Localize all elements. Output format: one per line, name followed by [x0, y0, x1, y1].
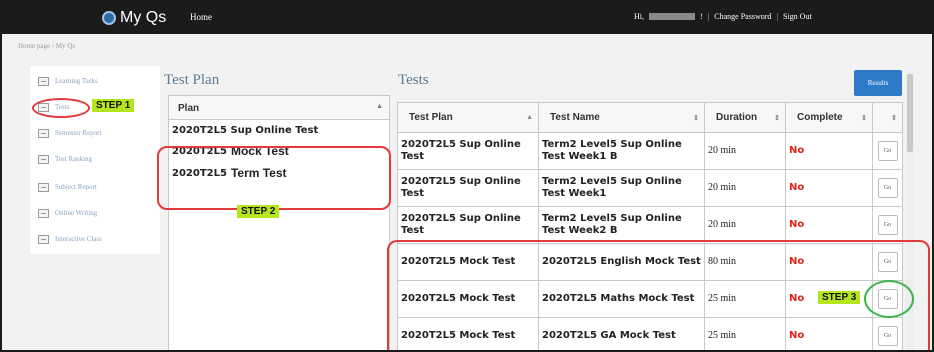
- duration-cell: 20 min: [704, 132, 786, 170]
- sort-asc-icon[interactable]: ▲: [376, 103, 383, 110]
- sort-icon[interactable]: ▲: [526, 114, 533, 121]
- go-button[interactable]: Go: [877, 141, 898, 161]
- complete-cell: No: [785, 169, 873, 207]
- sidebar-item-label: Semester Report: [55, 129, 102, 137]
- results-button[interactable]: Results: [854, 70, 902, 96]
- document-icon: [38, 234, 49, 244]
- nav-separator: |: [707, 12, 710, 21]
- column-label: Test Name: [550, 112, 600, 123]
- sidebar-item-learning-tasks[interactable]: Learning Tasks: [38, 74, 98, 88]
- test-name-cell: Term2 Level5 Sup Online Test Week2 B: [538, 206, 705, 244]
- plan-code: 2020T2L5: [172, 124, 227, 136]
- nav-home-link[interactable]: Home: [190, 12, 212, 22]
- user-menu: Hi, ! | Change Password | Sign Out: [634, 12, 812, 21]
- column-header-complete[interactable]: Complete ⇕: [785, 102, 873, 133]
- plan-column-label: Plan: [178, 103, 200, 114]
- column-label: Test Plan: [409, 112, 453, 123]
- app-logo[interactable]: My Qs: [102, 8, 166, 28]
- action-cell: Go: [872, 132, 903, 170]
- step3-go-highlight-circle: [864, 280, 914, 318]
- sidebar-item-interactive-class[interactable]: Interactive Class: [38, 232, 102, 246]
- test-name-cell: Term2 Level5 Sup Online Test Week1: [538, 169, 705, 207]
- complete-cell: No: [785, 206, 873, 244]
- column-label: Duration: [716, 112, 758, 123]
- sort-icon[interactable]: ⇕: [861, 114, 867, 122]
- step1-label: STEP 1: [92, 99, 135, 112]
- step2-highlight-box: [157, 146, 391, 210]
- sidebar-item-online-writing[interactable]: Online Writing: [38, 206, 97, 220]
- column-header-test-plan[interactable]: Test Plan ▲: [397, 102, 539, 133]
- test-name-cell: Term2 Level5 Sup Online Test Week1 B: [538, 132, 705, 170]
- sidebar-item-label: Subject Report: [55, 183, 97, 191]
- nav-separator: |: [776, 12, 778, 21]
- app-logo-icon: [102, 11, 116, 25]
- sign-out-link[interactable]: Sign Out: [783, 12, 812, 21]
- sidebar-item-label: Online Writing: [55, 209, 98, 217]
- column-label: Complete: [797, 112, 843, 123]
- action-cell: Go: [872, 206, 903, 244]
- document-icon: [38, 182, 49, 192]
- redacted-username: [649, 13, 695, 20]
- user-greeting: Hi,: [634, 12, 644, 21]
- user-greeting-suffix: !: [700, 12, 703, 21]
- table-row: 2020T2L5 Sup Online Test Term2 Level5 Su…: [397, 132, 903, 170]
- test-plan-cell: 2020T2L5 Sup Online Test: [397, 132, 539, 170]
- document-icon: [38, 128, 49, 138]
- sidebar-item-test-ranking[interactable]: Test Ranking: [38, 152, 92, 166]
- table-row: 2020T2L5 Sup Online Test Term2 Level5 Su…: [397, 206, 903, 244]
- test-plan-cell: 2020T2L5 Sup Online Test: [397, 206, 539, 244]
- column-header-test-name[interactable]: Test Name ⇕: [538, 102, 705, 133]
- step1-highlight-circle: [32, 98, 90, 118]
- sidebar-item-subject-report[interactable]: Subject Report: [38, 180, 97, 194]
- test-plan-heading: Test Plan: [164, 72, 220, 88]
- sidebar-item-semester-report[interactable]: Semester Report: [38, 126, 101, 140]
- duration-cell: 20 min: [704, 206, 786, 244]
- step3-label: STEP 3: [818, 291, 861, 304]
- go-button[interactable]: Go: [877, 215, 898, 235]
- plan-row[interactable]: 2020T2L5 Sup Online Test: [169, 120, 389, 140]
- duration-cell: 20 min: [704, 169, 786, 207]
- breadcrumb[interactable]: Home page › My Qs: [18, 42, 75, 50]
- table-row: 2020T2L5 Sup Online Test Term2 Level5 Su…: [397, 169, 903, 207]
- tests-heading: Tests: [398, 72, 429, 88]
- test-plan-cell: 2020T2L5 Sup Online Test: [397, 169, 539, 207]
- top-navbar: My Qs Home Hi, ! | Change Password | Sig…: [2, 2, 932, 34]
- sort-icon[interactable]: ⇕: [891, 114, 897, 122]
- scroll-thumb[interactable]: [907, 74, 913, 152]
- plan-column-header[interactable]: Plan ▲: [169, 96, 389, 120]
- app-name: My Qs: [120, 9, 167, 26]
- sidebar-item-label: Learning Tasks: [55, 77, 98, 85]
- go-button[interactable]: Go: [877, 178, 898, 198]
- document-icon: [38, 208, 49, 218]
- document-icon: [38, 154, 49, 164]
- screenshot-frame: My Qs Home Hi, ! | Change Password | Sig…: [0, 0, 934, 352]
- sidebar: Learning Tasks Tests Semester Report Tes…: [30, 66, 160, 254]
- sort-icon[interactable]: ⇕: [693, 114, 699, 122]
- sidebar-item-label: Test Ranking: [55, 155, 93, 163]
- test-plan-table: Plan ▲ 2020T2L5 Sup Online Test 2020T2L5…: [168, 95, 390, 350]
- sort-icon[interactable]: ⇕: [774, 114, 780, 122]
- table-header-row: Test Plan ▲ Test Name ⇕ Duration ⇕ Complete…: [397, 102, 903, 133]
- column-header-action: ⇕: [872, 102, 903, 133]
- action-cell: Go: [872, 169, 903, 207]
- change-password-link[interactable]: Change Password: [714, 12, 771, 21]
- step2-label: STEP 2: [237, 205, 280, 218]
- document-icon: [38, 76, 49, 86]
- plan-name: Sup Online Test: [230, 124, 319, 136]
- complete-cell: No: [785, 132, 873, 170]
- sidebar-item-label: Interactive Class: [55, 235, 102, 243]
- column-header-duration[interactable]: Duration ⇕: [704, 102, 786, 133]
